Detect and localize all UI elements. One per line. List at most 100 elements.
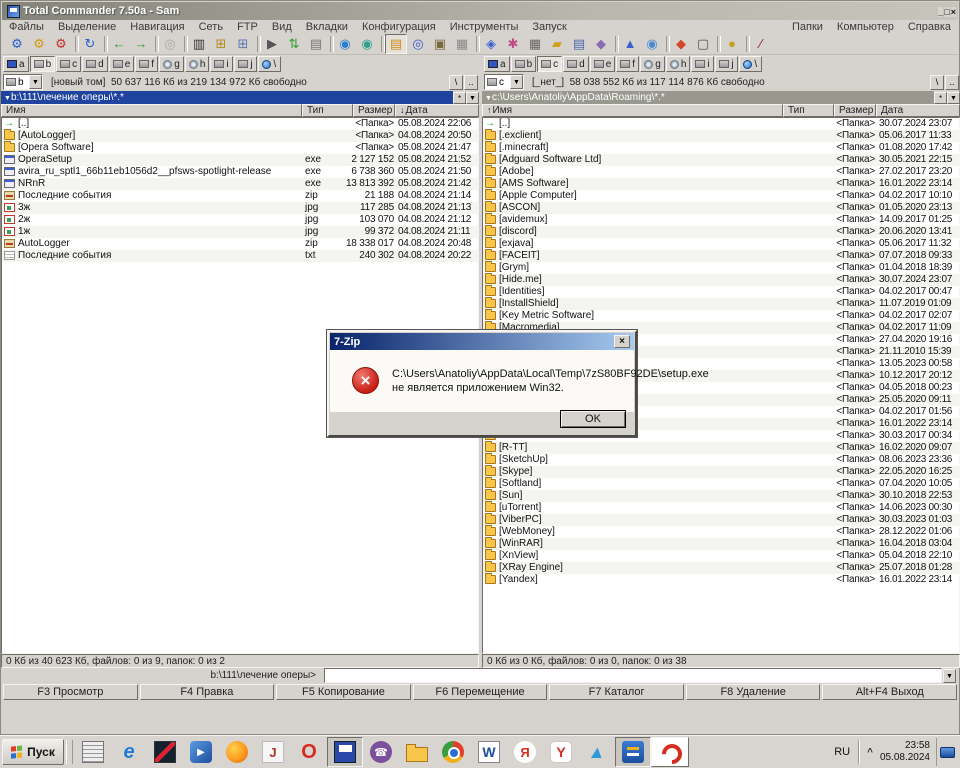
menu-navigation[interactable]: Навигация: [123, 21, 191, 33]
right-favorites-button[interactable]: *: [934, 92, 947, 104]
calculator-icon[interactable]: [75, 737, 111, 767]
menu-tools[interactable]: Инструменты: [443, 21, 526, 33]
image-viewer-icon[interactable]: [147, 737, 183, 767]
opera-icon[interactable]: O: [291, 737, 327, 767]
language-indicator[interactable]: RU: [826, 746, 858, 758]
right-file-row[interactable]: [Adguard Software Ltd]<Папка>30.05.2021 …: [483, 154, 959, 166]
left-current-path[interactable]: ▼b:\111\лечение оперы\*.*: [1, 91, 453, 104]
firefox-icon[interactable]: [219, 737, 255, 767]
right-file-row[interactable]: [exjava]<Папка>05.06.2017 11:32: [483, 238, 959, 250]
left-file-row[interactable]: [Opera Software]<Папка>05.08.2024 21:47: [2, 142, 478, 154]
notepad-icon[interactable]: ▤: [568, 34, 590, 54]
right-file-row[interactable]: [Grym]<Папка>01.04.2018 18:39: [483, 262, 959, 274]
menu-files[interactable]: Файлы: [2, 21, 51, 33]
menu-start[interactable]: Запуск: [525, 21, 573, 33]
history-icon[interactable]: ◈: [480, 34, 502, 54]
java-icon[interactable]: J: [255, 737, 291, 767]
left-history-button[interactable]: ▼: [466, 92, 479, 104]
menu-computer[interactable]: Компьютер: [830, 21, 901, 33]
user-profile-icon[interactable]: ◆: [590, 34, 612, 54]
wizard-icon[interactable]: ▲: [619, 34, 641, 54]
dialog-title-bar[interactable]: 7-Zip ×: [330, 333, 634, 350]
right-current-path[interactable]: ▼c:\Users\Anatoliy\AppData\Roaming\*.*: [482, 91, 934, 104]
menu-folders[interactable]: Папки: [785, 21, 830, 33]
options-gear-red-icon[interactable]: ⚙: [50, 34, 72, 54]
right-header-size[interactable]: Размер: [834, 104, 876, 117]
command-line-input[interactable]: [324, 668, 942, 683]
right-file-row[interactable]: [R-TT]<Папка>16.02.2020 09:07: [483, 442, 959, 454]
right-drive-button-h[interactable]: h: [666, 56, 691, 72]
right-drive-button-network[interactable]: \: [739, 56, 762, 72]
tray-expand-icon[interactable]: ^: [860, 747, 880, 758]
left-header-date[interactable]: ↓Дата: [395, 104, 479, 117]
blue-triangle-app-icon[interactable]: ▲: [579, 737, 615, 767]
right-file-row[interactable]: [Adobe]<Папка>27.02.2017 23:20: [483, 166, 959, 178]
combo-dropdown-icon[interactable]: ▼: [510, 75, 523, 89]
refresh-icon[interactable]: ↻: [79, 34, 101, 54]
signature-pen-icon[interactable]: ∕: [750, 34, 772, 54]
view-panels-icon[interactable]: ▥: [188, 34, 210, 54]
left-file-row[interactable]: Последние событияtxt240 30204.08.2024 20…: [2, 250, 478, 262]
sort-az-icon[interactable]: ⇅: [283, 34, 305, 54]
calculator-icon[interactable]: ▦: [524, 34, 546, 54]
right-file-row[interactable]: [avidemux]<Папка>14.09.2017 01:25: [483, 214, 959, 226]
left-drive-button-b[interactable]: b: [30, 56, 56, 72]
file-manager-icon[interactable]: [399, 737, 435, 767]
left-drive-button-f[interactable]: f: [135, 56, 158, 72]
pack-files-icon[interactable]: ▣: [429, 34, 451, 54]
left-drive-button-j[interactable]: j: [234, 56, 257, 72]
f7-mkdir-button[interactable]: F7 Каталог: [549, 684, 684, 700]
right-drive-button-e[interactable]: e: [590, 56, 616, 72]
right-file-row[interactable]: [Sun]<Папка>30.10.2018 22:53: [483, 490, 959, 502]
right-file-row[interactable]: [InstallShield]<Папка>11.07.2019 01:09: [483, 298, 959, 310]
combo-dropdown-icon[interactable]: ▼: [29, 75, 42, 89]
tray-clock[interactable]: 23:58 05.08.2024: [880, 740, 936, 764]
right-header-type[interactable]: Тип: [783, 104, 834, 117]
viber-icon[interactable]: ☎: [363, 737, 399, 767]
right-drive-combobox[interactable]: c ▼: [484, 74, 524, 90]
left-file-row[interactable]: →[..]<Папка>05.08.2024 22:06: [2, 118, 478, 130]
right-file-row[interactable]: [WinRAR]<Папка>16.04.2018 03:04: [483, 538, 959, 550]
f3-view-button[interactable]: F3 Просмотр: [3, 684, 138, 700]
yandex-search-icon[interactable]: Я: [507, 737, 543, 767]
control-panel-icon[interactable]: [615, 737, 651, 767]
search-disabled-icon[interactable]: ◎: [159, 34, 181, 54]
left-parent-button[interactable]: ..: [464, 75, 478, 90]
find-files-icon[interactable]: ◎: [407, 34, 429, 54]
dialog-close-icon[interactable]: ×: [614, 335, 630, 348]
show-desktop-button[interactable]: [936, 738, 958, 766]
right-file-row[interactable]: [Skype]<Папка>22.05.2020 16:25: [483, 466, 959, 478]
left-drive-button-g[interactable]: g: [159, 56, 184, 72]
chrome-icon[interactable]: [435, 737, 471, 767]
menu-tabs[interactable]: Вкладки: [299, 21, 355, 33]
options-gear-blue-icon[interactable]: ⚙: [6, 34, 28, 54]
right-file-row[interactable]: [discord]<Папка>20.06.2020 13:41: [483, 226, 959, 238]
total-commander-icon[interactable]: [327, 737, 363, 767]
attributes-icon[interactable]: ▤: [385, 34, 407, 54]
ok-button[interactable]: OK: [560, 410, 626, 428]
right-drive-button-i[interactable]: i: [691, 56, 714, 72]
maximize-button[interactable]: □: [944, 7, 949, 17]
right-drive-button-a[interactable]: a: [484, 56, 510, 72]
menu-selection[interactable]: Выделение: [51, 21, 123, 33]
menu-view[interactable]: Вид: [265, 21, 299, 33]
left-file-row[interactable]: OperaSetupexe2 127 15205.08.2024 21:52: [2, 154, 478, 166]
right-parent-button[interactable]: ..: [945, 75, 959, 90]
paint-icon[interactable]: ✱: [502, 34, 524, 54]
left-file-row[interactable]: 3жjpg117 28504.08.2024 21:13: [2, 202, 478, 214]
right-file-row[interactable]: [FACEIT]<Папка>07.07.2018 09:33: [483, 250, 959, 262]
forward-icon[interactable]: →: [130, 34, 152, 54]
menu-configuration[interactable]: Конфигурация: [355, 21, 443, 33]
right-file-row[interactable]: [.minecraft]<Папка>01.08.2020 17:42: [483, 142, 959, 154]
right-file-row[interactable]: [Hide.me]<Папка>30.07.2024 23:07: [483, 274, 959, 286]
command-history-dropdown-icon[interactable]: ▼: [943, 669, 956, 683]
left-drive-button-network[interactable]: \: [258, 56, 281, 72]
left-header-name[interactable]: Имя: [1, 104, 302, 117]
left-drive-button-i[interactable]: i: [210, 56, 233, 72]
left-header-type[interactable]: Тип: [302, 104, 353, 117]
right-history-button[interactable]: ▼: [947, 92, 960, 104]
right-file-row[interactable]: [Apple Computer]<Папка>04.02.2017 10:10: [483, 190, 959, 202]
options-gear-yellow-icon[interactable]: ⚙: [28, 34, 50, 54]
close-button[interactable]: ×: [951, 7, 956, 17]
right-file-row[interactable]: [Key Metric Software]<Папка>04.02.2017 0…: [483, 310, 959, 322]
